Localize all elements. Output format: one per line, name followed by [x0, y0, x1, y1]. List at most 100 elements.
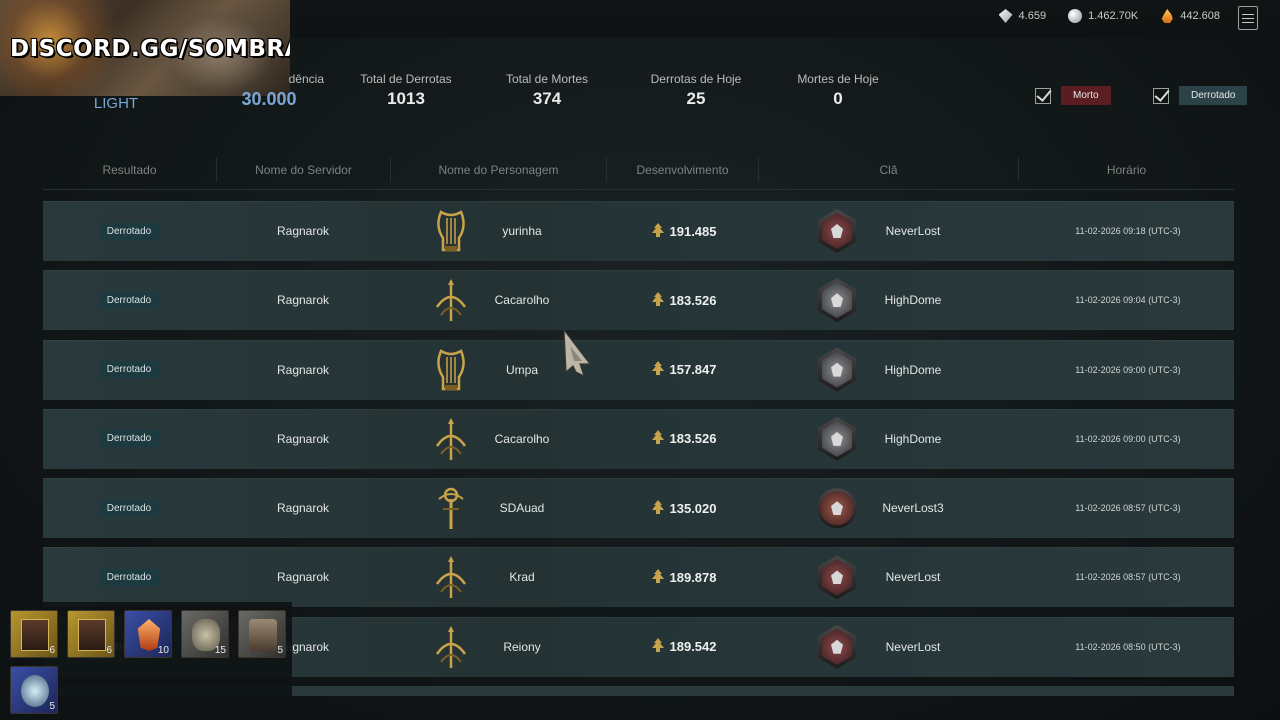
result-badge: Derrotado [98, 222, 160, 240]
server-name: Ragnarok [276, 293, 330, 308]
development-cell: 191.485 [623, 201, 743, 261]
stat-value: 30.000 [241, 89, 297, 109]
class-trident-icon [429, 270, 473, 330]
table-row[interactable]: Derrotado Ragnarok SDAuad 135.020 NeverL… [43, 478, 1234, 539]
result-badge: Derrotado [98, 568, 160, 586]
clan-name: NeverLost [885, 639, 941, 654]
development-cell: 183.526 [623, 409, 743, 469]
currency-value: 1.462.70K [1088, 10, 1139, 22]
cursor-icon [563, 328, 592, 378]
clan-name: HighDome [884, 431, 942, 446]
character-name: yurinha [502, 224, 542, 238]
timestamp: 11-02-2026 09:00 (UTC-3) [1075, 433, 1181, 444]
stat-light: LIGHT [41, 92, 191, 112]
timestamp: 11-02-2026 09:18 (UTC-3) [1075, 226, 1181, 236]
inventory-slot[interactable]: 5 [238, 610, 286, 658]
clan-name: NeverLost [885, 570, 941, 585]
character-name: Umpa [505, 362, 538, 377]
currency-diamond: 4.659 [998, 9, 1047, 23]
inventory-slot[interactable]: 15 [181, 610, 229, 658]
class-staff-icon [429, 478, 473, 538]
defeated-chip[interactable]: Derrotado [1179, 86, 1248, 105]
clan-name: NeverLost [885, 224, 941, 238]
character-name: SDAuad [499, 501, 545, 516]
character-name: Cacarolho [494, 293, 550, 308]
silver-icon [1068, 9, 1083, 23]
clan-crest-icon [815, 409, 859, 469]
item-quantity: 6 [106, 645, 112, 656]
table-row[interactable]: Derrotado Ragnarok yurinha 191.485 Never… [43, 201, 1234, 261]
inventory-slot[interactable]: 10 [124, 610, 172, 658]
result-cell: Derrotado [83, 409, 175, 469]
stat-label: Total de Mortes [505, 72, 589, 86]
result-badge: Derrotado [98, 361, 160, 379]
clan-name: NeverLost3 [882, 501, 944, 516]
column-header[interactable]: Clã [759, 157, 1019, 182]
currency-flame: 442.608 [1160, 9, 1220, 23]
filter-dead[interactable]: Morto [1035, 86, 1111, 105]
result-cell: Derrotado [83, 478, 175, 538]
column-header[interactable]: Resultado [43, 157, 217, 182]
stat-total-deaths: Total de Mortes 374 [472, 72, 622, 109]
development-cell: 157.847 [623, 340, 743, 400]
stat-total-defeats: Total de Derrotas 1013 [331, 72, 481, 109]
item-quantity: 15 [214, 645, 226, 656]
table-row[interactable]: Derrotado Ragnarok Cacarolho 183.526 Hig… [43, 408, 1234, 469]
stat-light-value: LIGHT [93, 95, 139, 112]
character-name: Reiony [503, 639, 541, 654]
menu-button[interactable] [1238, 6, 1258, 30]
clan-crest-icon [815, 270, 859, 330]
timestamp: 11-02-2026 08:57 (UTC-3) [1075, 572, 1181, 583]
timestamp: 11-02-2026 08:57 (UTC-3) [1075, 503, 1181, 514]
timestamp: 11-02-2026 09:00 (UTC-3) [1075, 364, 1181, 375]
development-icon [650, 291, 670, 310]
result-cell: Derrotado [83, 201, 175, 261]
class-harp-icon [429, 201, 473, 261]
clan-name: HighDome [884, 362, 942, 377]
dead-chip[interactable]: Morto [1061, 86, 1111, 105]
class-trident-icon [429, 409, 473, 469]
table-row[interactable]: Derrotado Ragnarok Krad 189.878 NeverLos… [43, 547, 1234, 608]
column-header[interactable]: Horário [1019, 158, 1234, 182]
development-cell: 135.020 [623, 478, 743, 538]
column-header[interactable]: Nome do Servidor [217, 157, 391, 182]
class-trident-icon [429, 547, 473, 607]
stat-today-defeats: Derrotas de Hoje 25 [621, 72, 771, 109]
clan-name: HighDome [884, 293, 942, 308]
development-value: 191.485 [669, 223, 717, 239]
development-value: 135.020 [669, 500, 717, 516]
flame-icon [1161, 9, 1173, 23]
table-row[interactable]: Derrotado Ragnarok Cacarolho 183.526 Hig… [43, 270, 1234, 331]
result-cell: Derrotado [83, 547, 175, 607]
development-icon [650, 429, 670, 448]
table-row[interactable]: Derrotado Ragnarok Umpa 157.847 HighDome… [43, 339, 1234, 400]
item-quantity: 5 [49, 701, 55, 712]
inventory-bar: 6 6 10 15 5 5 [0, 602, 292, 720]
result-badge: Derrotado [98, 499, 160, 517]
inventory-slot[interactable]: 6 [67, 610, 115, 658]
inventory-slot[interactable]: 6 [10, 610, 58, 658]
currency-value: 4.659 [1018, 10, 1047, 22]
server-name: Ragnarok [276, 224, 330, 238]
column-header[interactable]: Desenvolvimento [607, 157, 759, 182]
inventory-slot[interactable]: 5 [10, 666, 58, 714]
development-value: 157.847 [669, 362, 717, 378]
server-name: Ragnarok [276, 431, 330, 446]
dead-checkbox[interactable] [1035, 87, 1051, 104]
currency-value: 442.608 [1180, 10, 1220, 22]
development-cell: 183.526 [623, 270, 743, 330]
development-value: 189.542 [669, 639, 717, 655]
card-icon [78, 619, 106, 651]
development-cell: 189.878 [623, 547, 743, 607]
column-header[interactable]: Nome do Personagem [391, 157, 607, 182]
card-icon [21, 619, 49, 651]
filter-defeated[interactable]: Derrotado [1153, 86, 1248, 105]
development-icon [650, 637, 670, 656]
stat-label: Derrotas de Hoje [650, 72, 742, 86]
development-value: 183.526 [669, 292, 717, 308]
item-quantity: 10 [157, 645, 169, 656]
class-trident-icon [429, 617, 473, 677]
gem-icon [21, 675, 49, 707]
stat-label: Total de Derrotas [360, 72, 452, 86]
defeated-checkbox[interactable] [1153, 87, 1169, 104]
